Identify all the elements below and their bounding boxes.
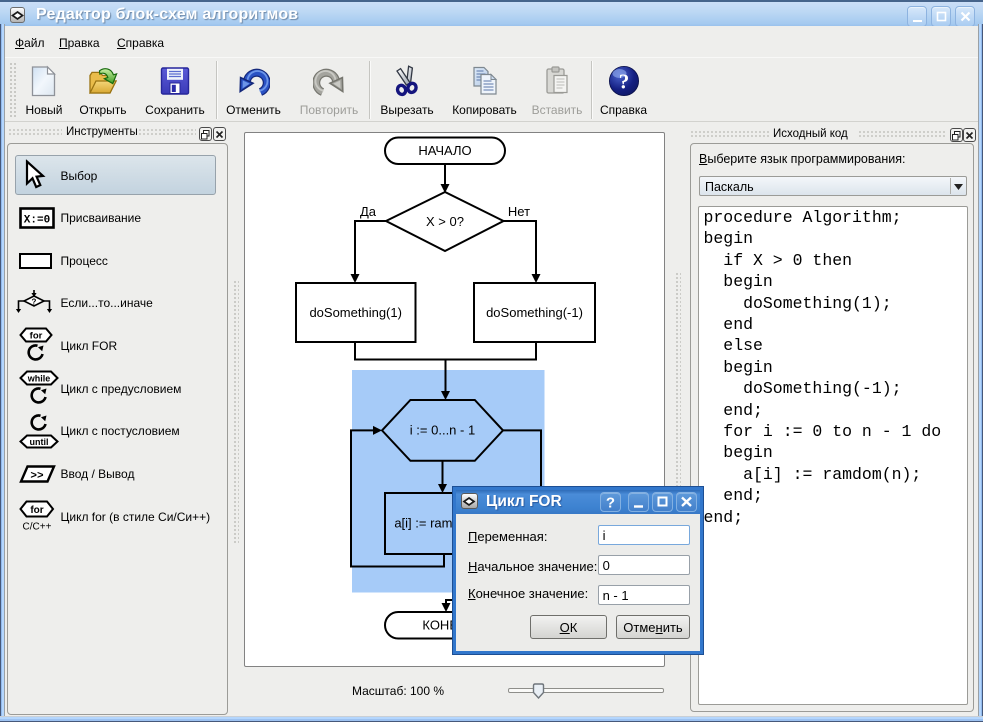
svg-text:until: until (30, 437, 49, 447)
svg-text:X:=0: X:=0 (24, 215, 50, 227)
svg-text:doSomething(-1): doSomething(-1) (486, 305, 583, 320)
svg-text:?: ? (618, 69, 629, 93)
svg-text:doSomething(1): doSomething(1) (309, 305, 402, 320)
svg-text:?: ? (32, 298, 37, 307)
svg-text:?: ? (606, 495, 615, 512)
svg-text:for: for (30, 504, 43, 515)
svg-text:i := 0...n - 1: i := 0...n - 1 (410, 423, 475, 438)
svg-text:while: while (27, 373, 51, 383)
svg-text:C/C++: C/C++ (23, 521, 52, 532)
svg-text:НАЧАЛО: НАЧАЛО (418, 143, 471, 158)
svg-text:for: for (30, 331, 43, 342)
svg-text:Нет: Нет (508, 204, 530, 219)
svg-text:>>: >> (30, 471, 44, 483)
svg-text:Да: Да (360, 204, 377, 219)
svg-text:X > 0?: X > 0? (426, 214, 464, 229)
